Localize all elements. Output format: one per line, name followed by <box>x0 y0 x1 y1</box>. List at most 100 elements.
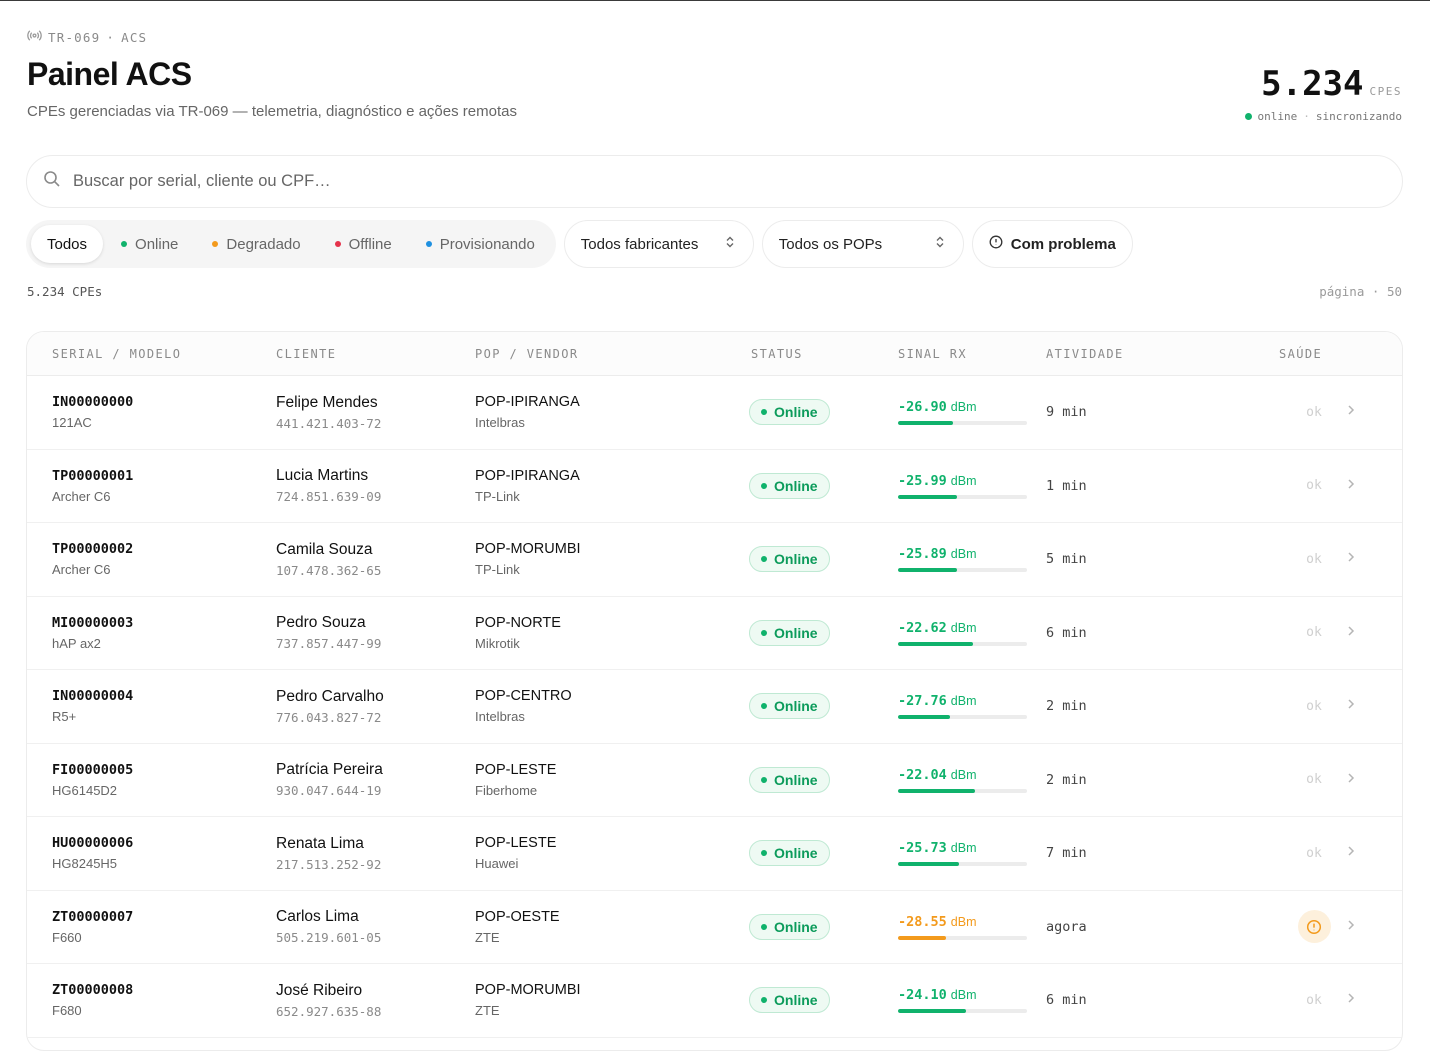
status-tab-offline[interactable]: Offline <box>319 225 408 263</box>
serial-number: HU00000006 <box>52 835 134 852</box>
serial-cell: ZT00000008 F680 <box>52 982 133 1018</box>
column-header-atividade[interactable]: ATIVIDADE <box>1046 347 1124 361</box>
chevron-right-icon[interactable] <box>1345 771 1357 789</box>
health-status: ok <box>1306 992 1322 1008</box>
table-row[interactable]: TP00000001 Archer C6 Lucia Martins 724.8… <box>27 450 1402 523</box>
chevron-right-icon[interactable] <box>1345 403 1357 421</box>
status-badge: Online <box>749 546 830 573</box>
online-dot <box>1244 113 1252 120</box>
column-header-saude[interactable]: SAÚDE <box>1279 347 1322 361</box>
table-row[interactable]: HU00000006 HG8245H5 Renata Lima 217.513.… <box>27 817 1402 891</box>
chevron-right-icon[interactable] <box>1345 477 1357 495</box>
chevron-right-icon[interactable] <box>1345 991 1357 1009</box>
status-badge: Online <box>749 399 830 426</box>
column-header-serial[interactable]: SERIAL / MODELO <box>52 347 181 361</box>
status-tab-provisionando[interactable]: Provisionando <box>410 225 551 263</box>
chevron-right-icon[interactable] <box>1345 624 1357 642</box>
search-bar[interactable] <box>26 155 1403 208</box>
client-cell: Patrícia Pereira 930.047.644-19 <box>276 761 383 798</box>
serial-cell: TP00000001 Archer C6 <box>52 468 133 504</box>
signal-bar-fill <box>898 568 958 573</box>
status-tab-degradado[interactable]: Degradado <box>196 225 316 263</box>
chevron-right-icon[interactable] <box>1345 844 1357 862</box>
page-title: Painel ACS <box>27 56 192 92</box>
serial-cell: TP00000002 Archer C6 <box>52 541 133 577</box>
signal-bar <box>898 935 1027 940</box>
signal-bar <box>898 715 1027 720</box>
signal-value: -25.89 <box>898 546 947 563</box>
signal-value: -26.90 <box>898 399 947 416</box>
client-name: Renata Lima <box>276 834 364 852</box>
signal-bar <box>898 421 1027 426</box>
client-cell: Felipe Mendes 441.421.403-72 <box>276 394 381 431</box>
table-row[interactable]: IN00000000 121AC Felipe Mendes 441.421.4… <box>27 376 1402 450</box>
table-row[interactable]: FI00000005 HG6145D2 Patrícia Pereira 930… <box>27 744 1402 817</box>
signal-cell: -22.62 dBm <box>898 620 1027 646</box>
chevron-right-icon[interactable] <box>1345 550 1357 568</box>
status-badge: Online <box>749 840 830 867</box>
client-name: Carlos Lima <box>276 908 359 926</box>
chevron-right-icon[interactable] <box>1345 697 1357 715</box>
table-row[interactable]: IN00000004 R5+ Pedro Carvalho 776.043.82… <box>27 670 1402 744</box>
page-size: 50 <box>1386 284 1402 299</box>
column-header-sinal[interactable]: SINAL RX <box>898 347 967 361</box>
search-input[interactable] <box>73 172 1402 191</box>
pop-name: POP-IPIRANGA <box>475 467 580 484</box>
cpe-table: SERIAL / MODELO CLIENTE POP / VENDOR STA… <box>26 331 1403 1051</box>
activity-time: 1 min <box>1046 477 1087 494</box>
table-row[interactable]: ZT00000007 F660 Carlos Lima 505.219.601-… <box>27 891 1402 964</box>
signal-bar <box>898 494 1027 499</box>
table-header: SERIAL / MODELO CLIENTE POP / VENDOR STA… <box>27 332 1402 376</box>
device-model: F680 <box>52 1003 82 1019</box>
status-dot <box>761 923 767 930</box>
status-dot <box>761 629 767 636</box>
serial-number: FI00000005 <box>52 761 134 778</box>
warning-icon[interactable] <box>1297 910 1331 944</box>
status-tab-online[interactable]: Online <box>105 225 194 263</box>
pop-cell: POP-MORUMBI ZTE <box>475 982 581 1018</box>
column-header-status[interactable]: STATUS <box>751 347 803 361</box>
activity-time: agora <box>1046 918 1087 935</box>
client-cpf: 652.927.635-88 <box>276 1003 382 1019</box>
status-badge: Online <box>749 472 830 499</box>
status-tab-todos[interactable]: Todos <box>31 225 104 263</box>
signal-value-line: -25.73 dBm <box>898 840 1027 856</box>
status-label: Online <box>774 477 818 494</box>
signal-bar-fill <box>898 1009 967 1014</box>
status-filter-group: Todos Online Degradado Offline Provision… <box>26 220 556 268</box>
status-cell: Online <box>749 766 830 793</box>
device-model: 121AC <box>52 415 92 431</box>
pop-name: POP-NORTE <box>475 614 561 631</box>
client-name: Camila Souza <box>276 540 373 558</box>
signal-cell: -25.73 dBm <box>898 840 1027 867</box>
signal-value: -27.76 <box>898 693 947 710</box>
pop-name: POP-OESTE <box>475 908 560 925</box>
pop-cell: POP-IPIRANGA Intelbras <box>475 394 580 430</box>
column-header-cliente[interactable]: CLIENTE <box>276 347 336 361</box>
table-row[interactable]: MI00000003 hAP ax2 Pedro Souza 737.857.4… <box>27 597 1402 670</box>
status-dot <box>334 241 341 247</box>
pop-select[interactable]: Todos os POPs <box>761 220 964 268</box>
signal-value-line: -22.62 dBm <box>898 620 1027 636</box>
client-cpf: 930.047.644-19 <box>276 783 382 799</box>
table-row[interactable]: ZT00000008 F680 José Ribeiro 652.927.635… <box>27 964 1402 1038</box>
column-header-pop[interactable]: POP / VENDOR <box>475 347 579 361</box>
vendor-name: ZTE <box>475 1003 500 1019</box>
signal-value: -25.99 <box>898 472 947 489</box>
search-icon <box>43 170 61 193</box>
health-status: ok <box>1306 845 1322 861</box>
vendor-select[interactable]: Todos fabricantes <box>563 220 754 268</box>
status-badge: Online <box>749 693 830 720</box>
activity-time: 6 min <box>1046 624 1087 641</box>
health-status: ok <box>1306 625 1322 641</box>
activity-time: 2 min <box>1046 771 1087 788</box>
pop-name: POP-LESTE <box>475 761 557 778</box>
table-row[interactable]: TP00000002 Archer C6 Camila Souza 107.47… <box>27 523 1402 597</box>
pop-cell: POP-LESTE Fiberhome <box>475 762 556 798</box>
signal-cell: -22.04 dBm <box>898 767 1027 793</box>
client-cpf: 441.421.403-72 <box>276 415 382 431</box>
chevron-right-icon[interactable] <box>1345 918 1357 936</box>
problem-toggle[interactable]: Com problema <box>971 220 1133 268</box>
signal-value-line: -24.10 dBm <box>898 987 1027 1003</box>
pop-select-label: Todos os POPs <box>778 235 883 253</box>
